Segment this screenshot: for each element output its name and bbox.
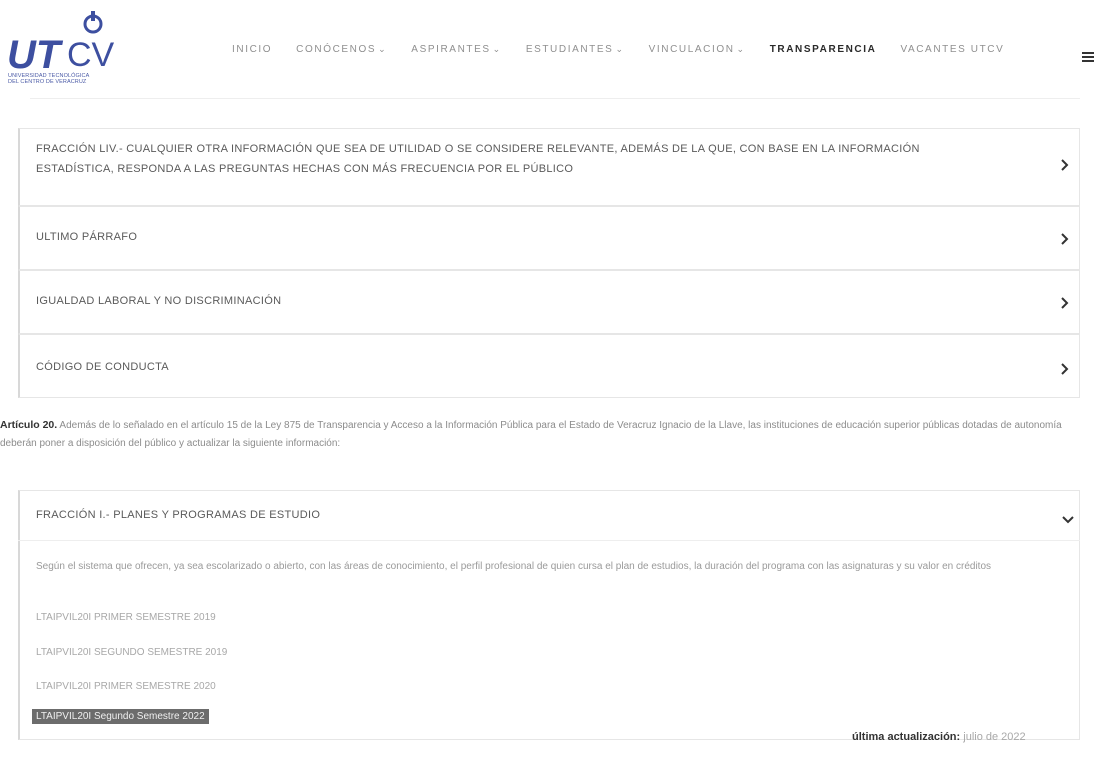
accordion-title: FRACCIÓN LIV.- CUALQUIER OTRA INFORMACIÓ… (36, 143, 920, 175)
accordion-fraccion-i-title[interactable]: FRACCIÓN I.- PLANES Y PROGRAMAS DE ESTUD… (36, 505, 320, 525)
chevron-right-icon (1061, 159, 1069, 171)
last-updated-label: última actualización: (852, 731, 961, 743)
accordion-title: CÓDIGO DE CONDUCTA (36, 361, 169, 373)
header-divider (30, 98, 1080, 99)
doc-link-2019-segundo[interactable]: LTAIPVIL20I SEGUNDO SEMESTRE 2019 (36, 647, 227, 658)
accordion-title: IGUALDAD LABORAL Y NO DISCRIMINACIÓN (36, 295, 282, 307)
doc-link-2019-primer[interactable]: LTAIPVIL20I PRIMER SEMESTRE 2019 (36, 612, 216, 623)
main-nav: INICIO CONÓCENOS ⌄ ASPIRANTES ⌄ ESTUDIANTE… (232, 44, 1028, 55)
last-updated-value: julio de 2022 (963, 731, 1026, 743)
chevron-right-icon (1061, 233, 1069, 245)
doc-link-2022-segundo[interactable]: LTAIPVIL20I Segundo Semestre 2022 (32, 709, 209, 724)
accordion-codigo-conducta[interactable]: CÓDIGO DE CONDUCTA (18, 334, 1080, 398)
nav-aspirantes[interactable]: ASPIRANTES ⌄ (411, 44, 502, 55)
accordion-fraccion-liv[interactable]: FRACCIÓN LIV.- CUALQUIER OTRA INFORMACIÓ… (18, 128, 1080, 206)
nav-estudiantes[interactable]: ESTUDIANTES ⌄ (526, 44, 625, 55)
nav-conocenos[interactable]: CONÓCENOS ⌄ (296, 44, 387, 55)
chevron-right-icon (1061, 297, 1069, 309)
accordion-igualdad-laboral[interactable]: IGUALDAD LABORAL Y NO DISCRIMINACIÓN (18, 270, 1080, 334)
utcv-logo-mark: UT CV (7, 11, 115, 74)
logo-cv-text: CV (67, 36, 115, 74)
accordion-ultimo-parrafo[interactable]: ULTIMO PÁRRAFO (18, 206, 1080, 270)
doc-link-2020-primer[interactable]: LTAIPVIL20I PRIMER SEMESTRE 2020 (36, 681, 216, 692)
last-updated: última actualización: julio de 2022 (852, 731, 1026, 743)
nav-vinculacion[interactable]: VINCULACION ⌄ (649, 44, 746, 55)
panel-divider (18, 540, 1080, 541)
accordion-title: ULTIMO PÁRRAFO (36, 231, 138, 243)
article-label: Artículo 20. (0, 419, 58, 431)
utcv-logo[interactable]: UT CV UNIVERSIDAD TECNOLÓGICA DEL CENTRO… (5, 8, 125, 93)
article-text: Además de lo señalado en el artículo 15 … (0, 420, 1062, 449)
article-20-paragraph: Artículo 20. Además de lo señalado en el… (0, 416, 1090, 453)
logo-ut-text: UT (7, 33, 64, 74)
fraccion-i-description: Según el sistema que ofrecen, ya sea esc… (36, 561, 991, 572)
hamburger-menu-icon[interactable] (1082, 52, 1094, 62)
chevron-right-icon (1061, 363, 1069, 375)
chevron-down-icon: ⌄ (378, 44, 388, 54)
site-header: UT CV UNIVERSIDAD TECNOLÓGICA DEL CENTRO… (0, 0, 1097, 100)
logo-subtitle: UNIVERSIDAD TECNOLÓGICA DEL CENTRO DE VE… (8, 73, 90, 85)
chevron-down-icon[interactable] (1062, 511, 1074, 529)
chevron-down-icon: ⌄ (615, 44, 625, 54)
nav-inicio[interactable]: INICIO (232, 44, 272, 55)
nav-transparencia[interactable]: TRANSPARENCIA (770, 44, 877, 55)
nav-vacantes-utcv[interactable]: VACANTES UTCV (900, 44, 1004, 55)
chevron-down-icon: ⌄ (492, 44, 502, 54)
chevron-down-icon: ⌄ (736, 44, 746, 54)
